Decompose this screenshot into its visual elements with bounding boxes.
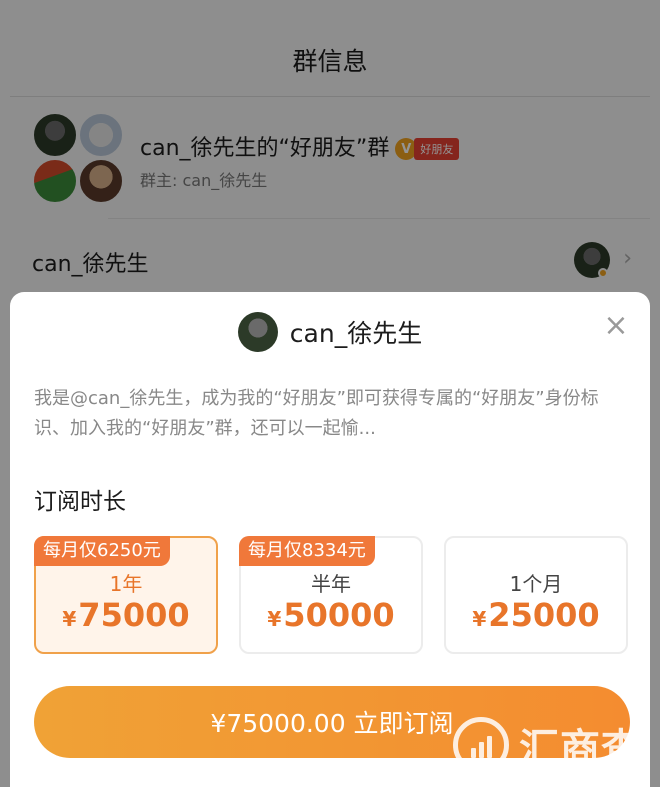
creator-avatar (237, 312, 278, 352)
plan-price-value: 50000 (283, 596, 395, 634)
currency-symbol: ¥ (267, 607, 282, 631)
currency-symbol: ¥ (472, 607, 487, 631)
plan-option-half-year[interactable]: 每月仅8334元 半年 ¥50000 (239, 536, 423, 654)
watermark: 汇商查 (453, 710, 642, 780)
plan-price-value: 75000 (78, 596, 190, 634)
plan-duration: 1年 (109, 572, 143, 596)
plan-price-value: 25000 (488, 596, 600, 634)
watermark-text: 汇商查 (519, 726, 642, 772)
close-icon: × (603, 308, 629, 343)
plan-discount-tag: 每月仅8334元 (239, 536, 375, 566)
plan-price: ¥50000 (241, 596, 421, 634)
plan-price: ¥25000 (446, 596, 626, 634)
creator-name: can_徐先生 (289, 319, 423, 348)
plan-discount-tag: 每月仅6250元 (34, 536, 170, 566)
currency-symbol: ¥ (62, 607, 77, 631)
plan-duration: 1个月 (509, 572, 563, 596)
duration-title: 订阅时长 (34, 489, 126, 515)
plan-option-1-month[interactable]: 1个月 ¥25000 (444, 536, 628, 654)
plan-options: 每月仅6250元 1年 ¥75000 每月仅8334元 半年 ¥50000 1个… (34, 536, 630, 656)
close-button[interactable]: × (602, 308, 630, 343)
membership-description: 我是@can_徐先生，成为我的“好朋友”即可获得专属的“好朋友”身份标识、加入我… (34, 388, 599, 439)
sheet-header: can_徐先生 (10, 308, 650, 356)
plan-price: ¥75000 (36, 596, 216, 634)
plan-option-1-year[interactable]: 每月仅6250元 1年 ¥75000 (34, 536, 218, 654)
bar-chart-logo-icon (453, 717, 509, 773)
plan-duration: 半年 (311, 572, 351, 596)
